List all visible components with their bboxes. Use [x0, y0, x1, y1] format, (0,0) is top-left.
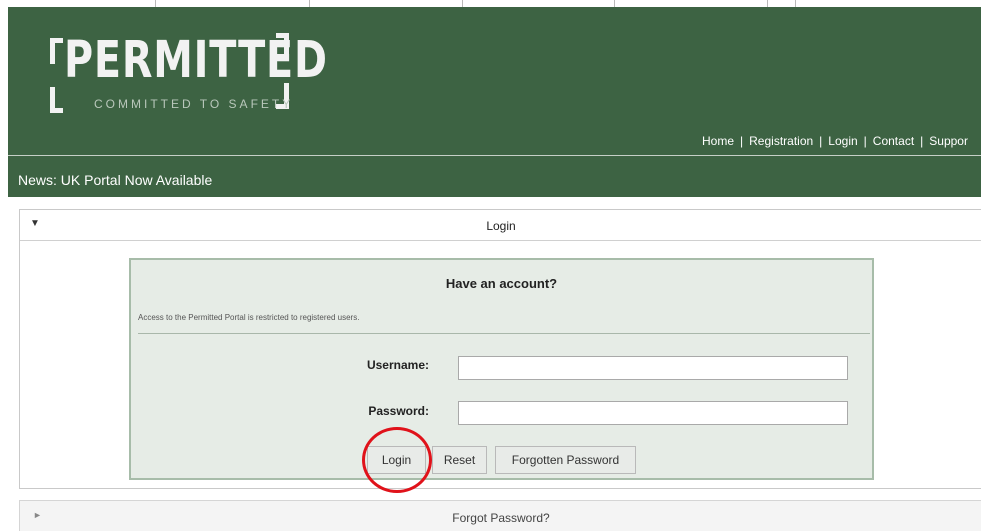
header-divider [8, 155, 981, 156]
login-heading: Have an account? [445, 276, 558, 291]
password-input[interactable] [458, 401, 848, 425]
login-panel-header[interactable]: ▼ Login [20, 210, 981, 241]
reset-button[interactable]: Reset [432, 446, 487, 474]
nav-separator: | [920, 134, 924, 148]
site-header: PERMITTED COMMITTED TO SAFETY Home | Regis… [8, 7, 981, 197]
logo-tagline: COMMITTED TO SAFETY [94, 97, 294, 111]
nav-contact-link[interactable]: Contact [873, 134, 914, 148]
nav-support-link[interactable]: Suppor [929, 134, 968, 148]
nav-home-link[interactable]: Home [702, 134, 734, 148]
forgot-password-panel[interactable]: ► Forgot Password? [19, 500, 981, 531]
login-form-box: Have an account? Access to the Permitted… [129, 258, 874, 480]
username-input[interactable] [458, 356, 848, 380]
nav-separator: | [740, 134, 744, 148]
nav-separator: | [863, 134, 867, 148]
access-notice: Access to the Permitted Portal is restri… [138, 313, 360, 322]
top-navigation: Home | Registration | Login | Contact | Suppor [702, 134, 968, 148]
login-panel-title: Login [486, 219, 516, 233]
nav-login-link[interactable]: Login [828, 134, 857, 148]
forgotten-password-button[interactable]: Forgotten Password [495, 446, 636, 474]
nav-separator: | [819, 134, 823, 148]
logo-word: PERMITTED [64, 31, 328, 90]
permitted-logo[interactable]: PERMITTED COMMITTED TO SAFETY [48, 29, 327, 121]
form-divider [138, 333, 870, 334]
news-ticker: News: UK Portal Now Available [18, 172, 213, 188]
highlight-annotation-circle [362, 427, 432, 493]
top-border-strip [0, 0, 981, 7]
reset-button-label: Reset [443, 453, 476, 467]
nav-registration-link[interactable]: Registration [749, 134, 813, 148]
forgotten-password-label: Forgotten Password [511, 453, 620, 467]
forgot-password-panel-title: Forgot Password? [452, 511, 550, 525]
username-label: Username: [366, 358, 429, 372]
password-label: Password: [368, 404, 429, 418]
